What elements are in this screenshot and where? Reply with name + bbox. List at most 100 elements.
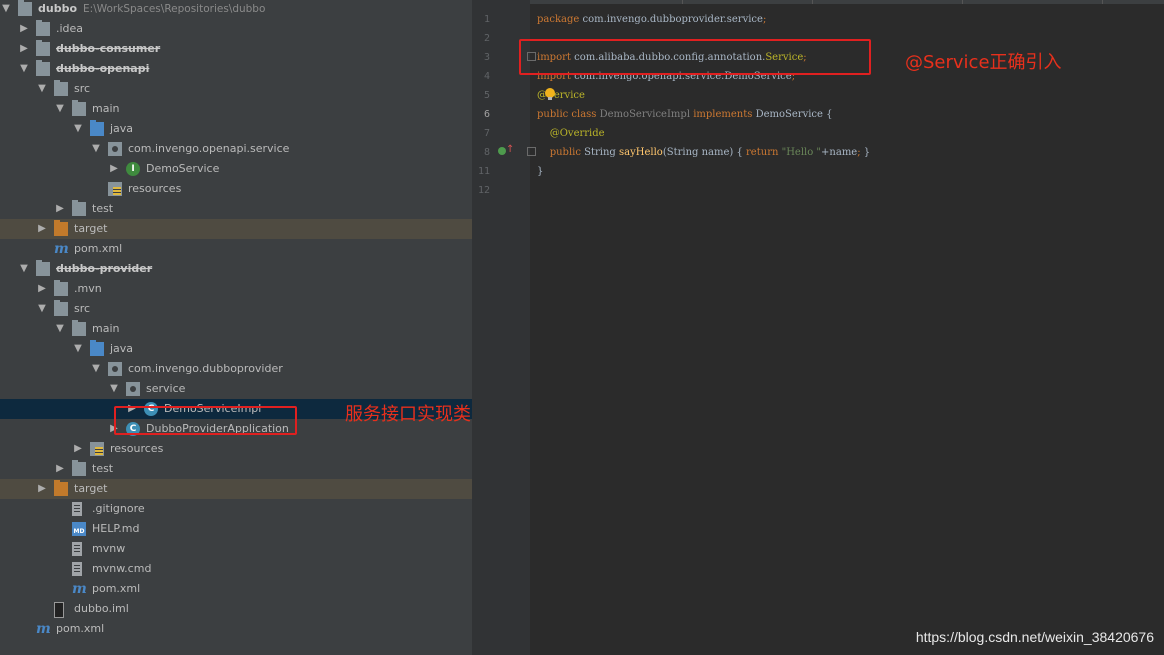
tree-node[interactable]: .gitignore bbox=[0, 499, 472, 519]
tree-node[interactable]: ▼ com.invengo.openapi.service bbox=[0, 139, 472, 159]
tree-node[interactable]: ▼ dubbo-openapi bbox=[0, 59, 472, 79]
tree-node-text: dubbo-consumer bbox=[56, 39, 160, 59]
tree-node[interactable]: mvnw.cmd bbox=[0, 559, 472, 579]
tree-node[interactable]: ▼ main bbox=[0, 99, 472, 119]
collapse-arrow-icon[interactable]: ▼ bbox=[90, 359, 102, 379]
collapse-arrow-icon[interactable]: ▼ bbox=[36, 79, 48, 99]
tree-node[interactable]: m pom.xml bbox=[0, 619, 472, 639]
tree-node[interactable]: ▼ dubbo-provider bbox=[0, 259, 472, 279]
tree-node[interactable]: ▶ target bbox=[0, 219, 472, 239]
tree-node-text: target bbox=[74, 219, 107, 239]
collapse-arrow-icon[interactable]: ▼ bbox=[54, 319, 66, 339]
code-token: sayHello bbox=[619, 147, 663, 158]
collapse-arrow-icon[interactable]: ▼ bbox=[0, 0, 12, 19]
tree-node[interactable]: ▶ resources bbox=[0, 439, 472, 459]
folder-icon bbox=[54, 280, 68, 296]
tree-node[interactable]: ▼ service bbox=[0, 379, 472, 399]
code-line[interactable]: package com.invengo.dubboprovider.servic… bbox=[537, 10, 766, 29]
folder-icon bbox=[72, 460, 86, 476]
tree-node[interactable]: resources bbox=[0, 179, 472, 199]
collapse-arrow-icon[interactable]: ▼ bbox=[72, 339, 84, 359]
expand-arrow-icon[interactable]: ▶ bbox=[18, 19, 30, 39]
override-arrow-icon[interactable]: ↑ bbox=[506, 145, 514, 155]
tree-node-text: dubbo.iml bbox=[74, 599, 129, 619]
expand-arrow-icon[interactable]: ▶ bbox=[36, 279, 48, 299]
tree-node[interactable]: ▶ I DemoService bbox=[0, 159, 472, 179]
tree-node-text: com.invengo.dubboprovider bbox=[128, 359, 283, 379]
folder-icon bbox=[72, 200, 86, 216]
folder-icon bbox=[54, 80, 68, 96]
collapse-arrow-icon[interactable]: ▼ bbox=[108, 379, 120, 399]
expand-arrow-icon[interactable]: ▶ bbox=[108, 159, 120, 179]
tree-node-text: .gitignore bbox=[92, 499, 145, 519]
maven-icon: m bbox=[54, 241, 69, 257]
tree-node[interactable]: ▶ test bbox=[0, 459, 472, 479]
code-token: +name bbox=[821, 147, 858, 158]
expand-arrow-icon[interactable]: ▶ bbox=[18, 39, 30, 59]
collapse-arrow-icon[interactable]: ▼ bbox=[36, 299, 48, 319]
editor-gutter[interactable]: 1 2 3 4 5 6 7 8 11 12 bbox=[472, 0, 530, 655]
module-folder-icon bbox=[36, 260, 50, 276]
source-folder-icon bbox=[90, 340, 104, 356]
maven-icon: m bbox=[72, 581, 87, 597]
tree-node[interactable]: ▼ java bbox=[0, 339, 472, 359]
tree-node-label: test bbox=[92, 202, 114, 215]
code-token: } bbox=[537, 166, 544, 177]
code-line[interactable]: public String sayHello(String name) { re… bbox=[537, 143, 870, 162]
tree-node-label: dubbo-consumer bbox=[56, 42, 161, 55]
tree-node[interactable]: ▶ dubbo-consumer bbox=[0, 39, 472, 59]
collapse-arrow-icon[interactable]: ▼ bbox=[90, 139, 102, 159]
collapse-arrow-icon[interactable]: ▼ bbox=[18, 59, 30, 79]
collapse-arrow-icon[interactable]: ▼ bbox=[72, 119, 84, 139]
expand-arrow-icon[interactable]: ▶ bbox=[36, 219, 48, 239]
watermark: https://blog.csdn.net/weixin_38420676 bbox=[915, 629, 1154, 645]
lightbulb-icon[interactable] bbox=[545, 88, 555, 100]
expand-arrow-icon[interactable]: ▶ bbox=[72, 439, 84, 459]
tree-node[interactable]: ▼ dubbo E:\WorkSpaces\Repositories\dubbo bbox=[0, 0, 472, 19]
tree-node[interactable]: dubbo.iml bbox=[0, 599, 472, 619]
tree-node[interactable]: ▼ com.invengo.dubboprovider bbox=[0, 359, 472, 379]
implements-icon[interactable] bbox=[498, 147, 506, 155]
tree-node[interactable]: ▼ main bbox=[0, 319, 472, 339]
tree-node-label: .gitignore bbox=[92, 502, 145, 515]
iml-file-icon bbox=[54, 602, 64, 618]
expand-arrow-icon[interactable]: ▶ bbox=[36, 479, 48, 499]
tree-node[interactable]: ▶ .mvn bbox=[0, 279, 472, 299]
tree-node-text: test bbox=[92, 459, 113, 479]
expand-arrow-icon[interactable]: ▶ bbox=[54, 199, 66, 219]
tree-node-label: pom.xml bbox=[74, 242, 123, 255]
tree-node[interactable]: ▶ test bbox=[0, 199, 472, 219]
line-number: 11 bbox=[477, 166, 490, 177]
code-token: implements bbox=[693, 109, 756, 120]
tree-node-label: HELP.md bbox=[92, 522, 140, 535]
tree-node[interactable]: MD HELP.md bbox=[0, 519, 472, 539]
collapse-arrow-icon[interactable]: ▼ bbox=[54, 99, 66, 119]
tab-separator bbox=[962, 0, 963, 4]
tree-node[interactable]: m pom.xml bbox=[0, 579, 472, 599]
code-token: return bbox=[746, 147, 782, 158]
tree-node[interactable]: ▶ .idea bbox=[0, 19, 472, 39]
tree-node-text: dubbo E:\WorkSpaces\Repositories\dubbo bbox=[38, 0, 265, 19]
code-line[interactable]: } bbox=[537, 162, 543, 181]
tree-node[interactable]: m pom.xml bbox=[0, 239, 472, 259]
collapse-arrow-icon[interactable]: ▼ bbox=[18, 259, 30, 279]
expand-arrow-icon[interactable]: ▶ bbox=[54, 459, 66, 479]
tree-node-text: pom.xml bbox=[74, 239, 122, 259]
text-file-icon bbox=[72, 562, 82, 576]
tree-node[interactable]: ▼ java bbox=[0, 119, 472, 139]
tree-node[interactable]: ▼ src bbox=[0, 79, 472, 99]
code-editor[interactable]: 1 2 3 4 5 6 7 8 11 12 package com.invengo.dubbopr… bbox=[472, 0, 1164, 655]
tree-node[interactable]: ▼ src bbox=[0, 299, 472, 319]
code-line[interactable]: @Service bbox=[537, 86, 585, 105]
fold-marker-icon[interactable] bbox=[527, 147, 536, 156]
code-token: package bbox=[537, 14, 583, 25]
tree-node-text: com.invengo.openapi.service bbox=[128, 139, 289, 159]
code-line[interactable]: public class DemoServiceImpl implements … bbox=[537, 105, 832, 124]
tree-node-label: resources bbox=[110, 442, 164, 455]
tree-node[interactable]: ▶ target bbox=[0, 479, 472, 499]
editor-tab-strip[interactable] bbox=[472, 0, 1164, 4]
tree-node[interactable]: mvnw bbox=[0, 539, 472, 559]
tree-node-label: test bbox=[92, 462, 114, 475]
code-line[interactable]: @Override bbox=[537, 124, 605, 143]
tree-node-label: src bbox=[74, 302, 91, 315]
